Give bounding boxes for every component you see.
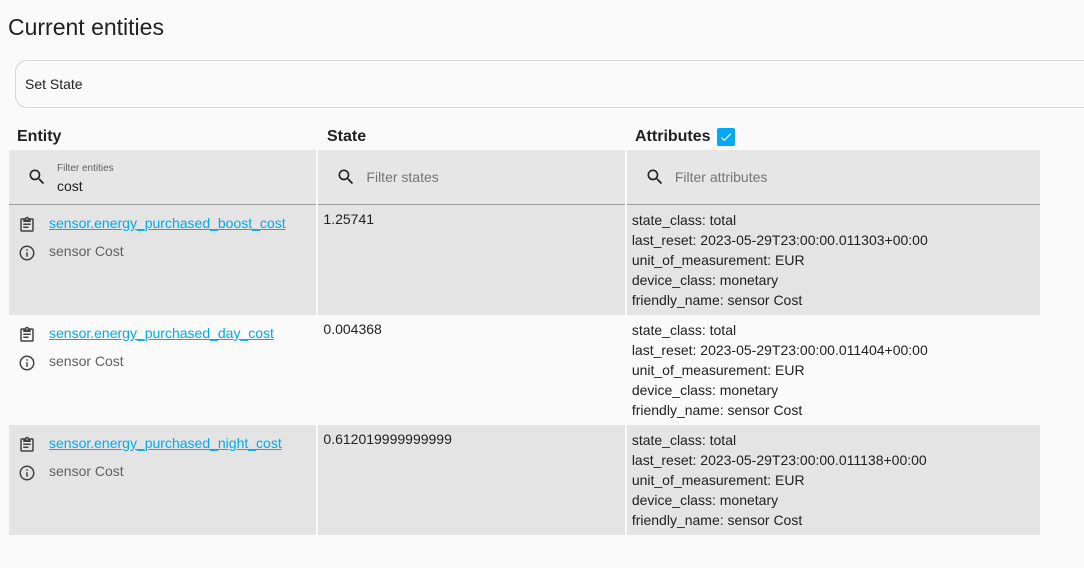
attribute-line: unit_of_measurement: EUR bbox=[631, 252, 805, 268]
state-cell: 0.004368 bbox=[318, 315, 625, 425]
state-value: 0.612019999999999 bbox=[323, 431, 452, 447]
check-icon bbox=[720, 133, 732, 142]
filter-row: Filter entities cost Filter states Filte… bbox=[9, 150, 1041, 205]
attribute-line: friendly_name: sensor Cost bbox=[631, 512, 803, 528]
set-state-panel[interactable]: Set State bbox=[15, 60, 1084, 108]
filter-states-input[interactable]: Filter states bbox=[366, 169, 438, 185]
search-icon bbox=[29, 169, 45, 185]
attribute-line: friendly_name: sensor Cost bbox=[631, 292, 803, 308]
entity-friendly-name: sensor Cost bbox=[49, 243, 124, 259]
entity-cell: sensor.energy_purchased_night_cost senso… bbox=[9, 425, 317, 535]
attribute-line: device_class: monetary bbox=[631, 272, 779, 288]
entity-cell: sensor.energy_purchased_day_cost sensor … bbox=[9, 315, 317, 425]
column-header-state[interactable]: State bbox=[327, 128, 366, 146]
entities-table: Filter entities cost Filter states Filte… bbox=[9, 150, 1041, 535]
column-header-entity[interactable]: Entity bbox=[17, 128, 61, 146]
info-icon[interactable] bbox=[18, 354, 36, 372]
state-cell: 1.25741 bbox=[318, 205, 625, 315]
attributes-list: state_class: total last_reset: 2023-05-2… bbox=[632, 210, 928, 310]
attribute-line: unit_of_measurement: EUR bbox=[631, 472, 805, 488]
state-cell: 0.612019999999999 bbox=[318, 425, 625, 535]
attribute-line: device_class: monetary bbox=[631, 382, 779, 398]
attribute-line: state_class: total bbox=[631, 212, 737, 228]
attributes-list: state_class: total last_reset: 2023-05-2… bbox=[632, 320, 928, 420]
state-value: 1.25741 bbox=[323, 211, 375, 227]
column-header-attributes[interactable]: Attributes bbox=[635, 128, 711, 146]
attributes-list: state_class: total last_reset: 2023-05-2… bbox=[632, 430, 927, 530]
attribute-line: last_reset: 2023-05-29T23:00:00.011303+0… bbox=[631, 232, 928, 248]
entity-cell: sensor.energy_purchased_boost_cost senso… bbox=[9, 205, 317, 315]
table-row: sensor.energy_purchased_day_cost sensor … bbox=[9, 315, 1041, 425]
attributes-cell: state_class: total last_reset: 2023-05-2… bbox=[626, 315, 1041, 425]
attributes-checkbox[interactable] bbox=[717, 128, 735, 146]
filter-attributes-field[interactable]: Filter attributes bbox=[626, 150, 1041, 205]
attribute-line: last_reset: 2023-05-29T23:00:00.011404+0… bbox=[631, 342, 928, 358]
search-icon bbox=[338, 169, 354, 185]
clipboard-icon[interactable] bbox=[18, 436, 36, 454]
filter-entities-field[interactable]: Filter entities cost bbox=[9, 150, 317, 205]
filter-entities-input[interactable]: cost bbox=[57, 178, 83, 194]
clipboard-icon[interactable] bbox=[18, 216, 36, 234]
filter-entities-label: Filter entities bbox=[57, 163, 114, 174]
clipboard-icon[interactable] bbox=[18, 326, 36, 344]
set-state-label: Set State bbox=[25, 76, 83, 92]
entity-link[interactable]: sensor.energy_purchased_day_cost bbox=[49, 325, 274, 341]
attributes-cell: state_class: total last_reset: 2023-05-2… bbox=[626, 425, 1041, 535]
entity-friendly-name: sensor Cost bbox=[49, 353, 124, 369]
search-icon bbox=[647, 169, 662, 185]
state-value: 0.004368 bbox=[323, 321, 382, 337]
column-headers: Entity State Attributes bbox=[0, 128, 1084, 148]
attribute-line: device_class: monetary bbox=[631, 492, 779, 508]
filter-attributes-input[interactable]: Filter attributes bbox=[675, 169, 768, 185]
entity-link[interactable]: sensor.energy_purchased_night_cost bbox=[49, 435, 282, 451]
page-title: Current entities bbox=[8, 14, 164, 40]
attributes-cell: state_class: total last_reset: 2023-05-2… bbox=[626, 205, 1041, 315]
attribute-line: last_reset: 2023-05-29T23:00:00.011138+0… bbox=[631, 452, 927, 468]
filter-states-field[interactable]: Filter states bbox=[318, 150, 625, 205]
info-icon[interactable] bbox=[18, 244, 36, 262]
attribute-line: unit_of_measurement: EUR bbox=[631, 362, 805, 378]
table-row: sensor.energy_purchased_boost_cost senso… bbox=[9, 205, 1041, 315]
entity-link[interactable]: sensor.energy_purchased_boost_cost bbox=[49, 215, 286, 231]
info-icon[interactable] bbox=[18, 464, 36, 482]
attribute-line: state_class: total bbox=[631, 432, 737, 448]
table-row: sensor.energy_purchased_night_cost senso… bbox=[9, 425, 1041, 535]
entity-friendly-name: sensor Cost bbox=[49, 463, 124, 479]
attribute-line: friendly_name: sensor Cost bbox=[631, 402, 803, 418]
attribute-line: state_class: total bbox=[631, 322, 737, 338]
